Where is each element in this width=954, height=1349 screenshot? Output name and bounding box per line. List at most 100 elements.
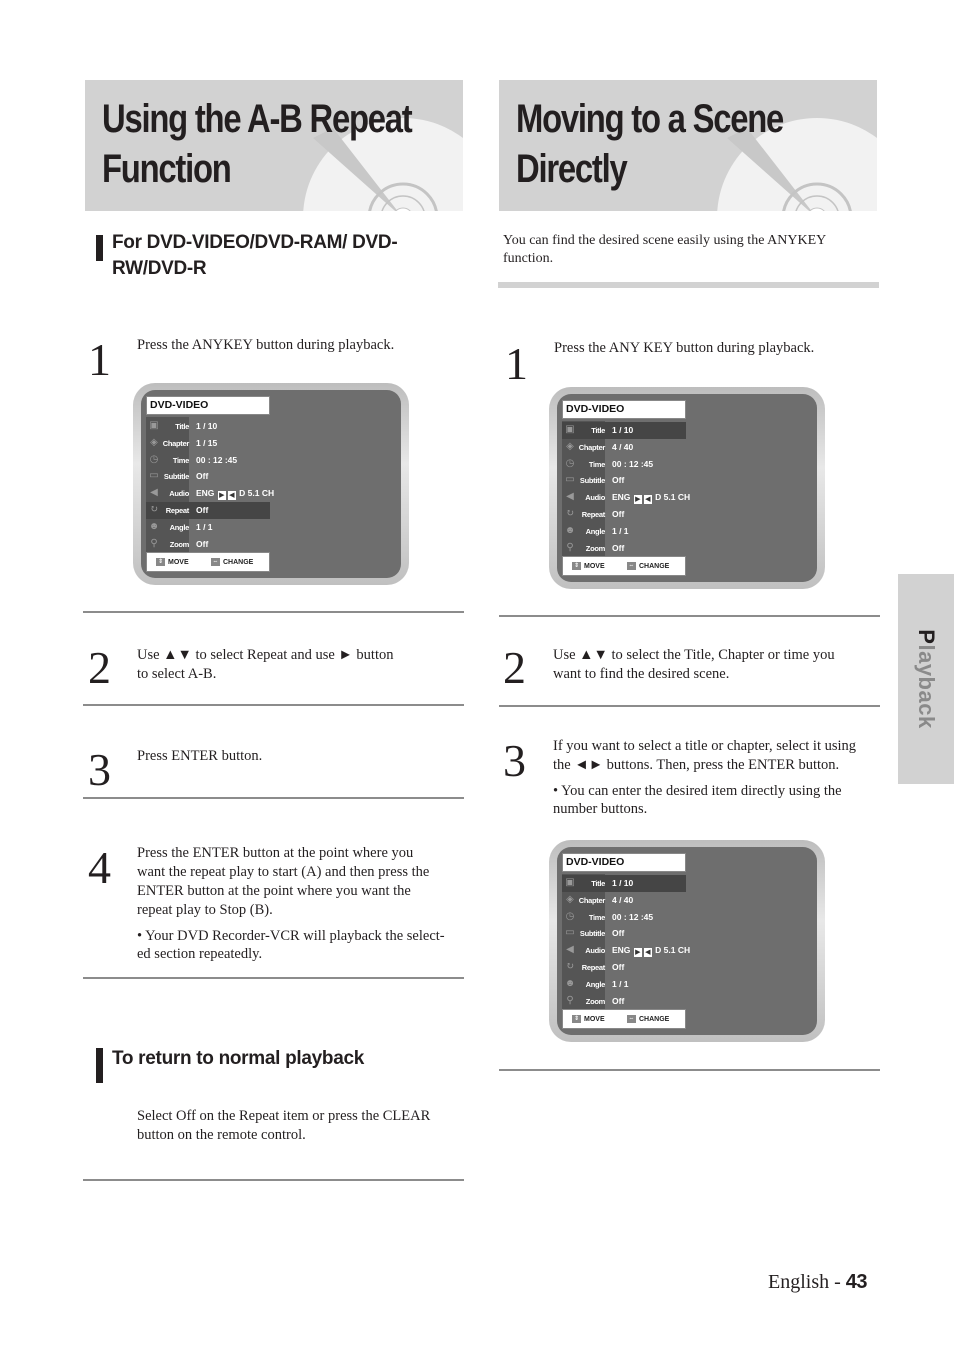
osd-row-value: 00 : 12 :45 <box>612 911 654 922</box>
subtitle-icon: ▭ <box>149 470 159 482</box>
osd-row-value: Off <box>612 509 625 519</box>
osd-row-chapter[interactable]: ◈ Chapter 4 / 40 <box>562 892 686 909</box>
osd-row-label: Title <box>591 426 605 435</box>
step-number: 1 <box>88 334 111 385</box>
osd-row-repeat[interactable]: ↻ Repeat Off <box>146 502 270 519</box>
osd-row-title[interactable]: ▣ Title 1 / 10 <box>562 875 686 892</box>
osd-screen: DVD-VIDEO ▣ Title 1 / 10 ◈ Chapter 4 / 40 ◷ Time… <box>549 387 825 589</box>
osd-row-label: Repeat <box>581 510 606 519</box>
osd-row-angle[interactable]: ☻ Angle 1 / 1 <box>562 976 686 993</box>
osd-row-subtitle[interactable]: ▭ Subtitle Off <box>146 468 270 485</box>
arrow-right-icon: ▶ <box>633 948 642 958</box>
subtitle-icon: ▭ <box>565 474 575 486</box>
osd-screen: DVD-VIDEO ▣ Title 1 / 10 ◈ Chapter 4 / 40 ◷ Time… <box>549 840 825 1042</box>
updown-icon: ⇕ <box>156 558 165 566</box>
osd-row-value: 1 / 15 <box>196 437 218 448</box>
title-icon: ▣ <box>565 424 575 435</box>
osd-footer: ⇕ MOVE ⇔ CHANGE <box>562 1009 686 1029</box>
osd-row-value: 1 / 10 <box>612 425 634 435</box>
osd-row-audio[interactable]: ◀ Audio ENG ▶ ◀ D 5.1 CH <box>146 485 274 502</box>
osd-display: DVD-VIDEO ▣ Title 1 / 10 ◈ Chapter 4 / 40 ◷ Time… <box>557 847 817 1035</box>
osd-row-value: Off <box>612 475 625 486</box>
arrow-right-icon: ▶ <box>217 491 226 501</box>
osd-row-label: Time <box>172 455 189 465</box>
osd-row-value: Off <box>612 962 625 972</box>
subheading-dvd-types: For DVD-VIDEO/DVD-RAM/ DVD- RW/DVD-R <box>96 230 452 282</box>
osd-row-label: Repeat <box>581 963 606 972</box>
audio-icon: ◀ <box>566 491 574 503</box>
zoom-icon: ⚲ <box>566 994 574 1006</box>
osd-row-label: Time <box>588 912 605 922</box>
updown-icon: ⇕ <box>572 562 581 570</box>
divider <box>83 704 464 706</box>
step-text: Press the ENTER button at the point wher… <box>137 845 430 918</box>
osd-row-value: ENG ▶ ◀ D 5.1 CH <box>196 488 275 501</box>
osd-row-label: Angle <box>585 526 606 536</box>
osd-row-value: 4 / 40 <box>612 894 634 905</box>
osd-row-label: Time <box>588 459 605 469</box>
move-hint: ⇕ MOVE <box>156 558 189 566</box>
osd-row-zoom[interactable]: ⚲ Zoom Off <box>562 993 686 1010</box>
osd-row-title[interactable]: ▣ Title 1 / 10 <box>146 418 270 435</box>
osd-row-angle[interactable]: ☻ Angle 1 / 1 <box>562 523 686 540</box>
osd-row-label: Zoom <box>585 996 606 1006</box>
osd-row-time[interactable]: ◷ Time 00 : 12 :45 <box>562 909 686 926</box>
osd-row-zoom[interactable]: ⚲ Zoom Off <box>146 536 270 553</box>
osd-row-audio[interactable]: ◀ Audio ENG ▶ ◀ D 5.1 CH <box>562 489 690 506</box>
page-title: Moving to a Scene Directly <box>516 97 784 191</box>
section-tab-playback: Playback <box>898 574 954 784</box>
osd-row-angle[interactable]: ☻ Angle 1 / 1 <box>146 519 270 536</box>
osd-row-repeat[interactable]: ↻ Repeat Off <box>562 959 686 976</box>
step-number: 3 <box>88 744 111 795</box>
osd-row-label: Repeat <box>165 506 190 515</box>
repeat-icon: ↻ <box>149 504 159 515</box>
osd-row-title[interactable]: ▣ Title 1 / 10 <box>562 422 686 439</box>
leftright-icon: ⇔ <box>627 1015 636 1023</box>
page-footer: English - 43 <box>768 1271 868 1293</box>
osd-row-label: Subtitle <box>163 472 189 482</box>
osd-display: DVD-VIDEO ▣ Title 1 / 10 ◈ Chapter 4 / 40 ◷ Time… <box>557 394 817 582</box>
arrow-left-icon: ◀ <box>643 495 652 505</box>
divider <box>499 615 880 617</box>
audio-icon: ◀ <box>566 944 574 956</box>
osd-row-chapter[interactable]: ◈ Chapter 1 / 15 <box>146 435 270 452</box>
return-text: Select Off on the Repeat item or press t… <box>137 1108 431 1143</box>
osd-row-value: Off <box>196 471 209 482</box>
leftright-icon: ⇔ <box>627 562 636 570</box>
page-number: 43 <box>845 1271 868 1293</box>
osd-row-value: ENG ▶ ◀ D 5.1 CH <box>612 945 691 958</box>
section-header-ab-repeat: Using the A-B Repeat Function <box>85 80 463 211</box>
osd-row-time[interactable]: ◷ Time 00 : 12 :45 <box>146 452 270 469</box>
osd-screen: DVD-VIDEO ▣ Title 1 / 10 ◈ Chapter 1 / 15 ◷ Time… <box>133 383 409 585</box>
osd-row-zoom[interactable]: ⚲ Zoom Off <box>562 540 686 557</box>
clock-icon: ◷ <box>149 453 159 465</box>
arrow-left-icon: ◀ <box>227 491 236 501</box>
divider <box>83 611 464 613</box>
angle-icon: ☻ <box>564 977 576 989</box>
osd-row-chapter[interactable]: ◈ Chapter 4 / 40 <box>562 439 686 456</box>
osd-row-subtitle[interactable]: ▭ Subtitle Off <box>562 925 686 942</box>
step-number: 2 <box>88 642 111 693</box>
time-icon: ◷ <box>565 457 575 469</box>
osd-row-time[interactable]: ◷ Time 00 : 12 :45 <box>562 456 686 473</box>
repeat-icon: ↻ <box>565 508 575 519</box>
step-text: Press the ANYKEY button during playback. <box>137 337 395 353</box>
osd-row-label: Angle <box>585 979 606 989</box>
step-text: Use ▲▼ to select Repeat and use ► button… <box>137 647 394 682</box>
divider <box>83 797 464 799</box>
osd-row-audio[interactable]: ◀ Audio ENG ▶ ◀ D 5.1 CH <box>562 942 690 959</box>
bullet-note: • You can enter the desired item directl… <box>553 783 842 817</box>
step-number: 4 <box>88 842 111 893</box>
osd-row-subtitle[interactable]: ▭ Subtitle Off <box>562 472 686 489</box>
time-icon: ◷ <box>565 910 575 922</box>
osd-row-label: Title <box>591 879 605 888</box>
osd-row-label: Chapter <box>578 442 606 452</box>
osd-row-value: 4 / 40 <box>612 441 634 452</box>
osd-row-repeat[interactable]: ↻ Repeat Off <box>562 506 686 523</box>
osd-row-label: Zoom <box>169 539 190 549</box>
step-text: Press the ANY KEY button during playback… <box>554 340 815 356</box>
title-icon: ▣ <box>149 420 159 431</box>
heading-bar <box>96 1048 103 1083</box>
zoom-icon: ⚲ <box>566 541 574 553</box>
speaker-icon: ◀ <box>150 487 158 499</box>
